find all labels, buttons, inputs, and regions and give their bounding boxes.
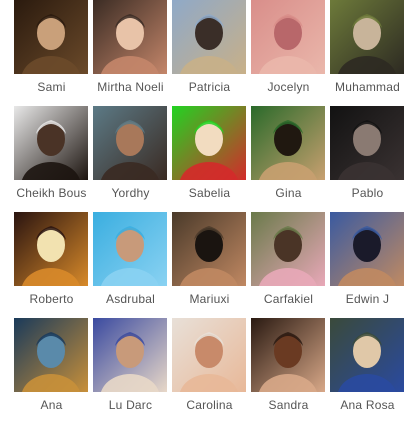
photo-sandra[interactable] [251, 318, 325, 392]
friend-name[interactable]: Muhammad [328, 80, 407, 94]
photo-sandra-image [251, 318, 325, 392]
photo-carolina[interactable] [172, 318, 246, 392]
photo-gina[interactable] [251, 106, 325, 180]
friend-item[interactable]: Lu Darc [91, 318, 170, 424]
friend-name[interactable]: Carolina [170, 398, 249, 412]
friend-name[interactable]: Carfakiel [249, 292, 328, 306]
flyer-roberto-image [14, 212, 88, 286]
friend-item[interactable]: Mariuxi [170, 212, 249, 318]
friend-item[interactable]: Sabelia [170, 106, 249, 212]
friend-name[interactable]: Yordhy [91, 186, 170, 200]
friend-name[interactable]: Asdrubal [91, 292, 170, 306]
friend-name[interactable]: Jocelyn [249, 80, 328, 94]
friend-name[interactable]: Cheikh Bous [12, 186, 91, 200]
friend-item[interactable]: Gina [249, 106, 328, 212]
friend-item[interactable]: Ana [12, 318, 91, 424]
photo-patricia-image [172, 0, 246, 74]
friend-item[interactable]: Carolina [170, 318, 249, 424]
artwork-ana[interactable] [14, 318, 88, 392]
photo-mirtha-noeli-image [93, 0, 167, 74]
photo-cheikh-bous-image [14, 106, 88, 180]
cartoon-sabelia[interactable] [172, 106, 246, 180]
photo-lu-darc[interactable] [93, 318, 167, 392]
friend-name[interactable]: Sandra [249, 398, 328, 412]
photo-patricia[interactable] [172, 0, 246, 74]
photo-edwin-j[interactable] [330, 212, 404, 286]
photo-ana-rosa[interactable] [330, 318, 404, 392]
friend-item[interactable]: Ana Rosa [328, 318, 407, 424]
photo-asdrubal[interactable] [93, 212, 167, 286]
photo-yordhy[interactable] [93, 106, 167, 180]
photo-jocelyn[interactable] [251, 0, 325, 74]
photo-carfakiel-image [251, 212, 325, 286]
friend-item[interactable]: Sami [12, 0, 91, 106]
friend-item[interactable]: Mirtha Noeli [91, 0, 170, 106]
friend-item[interactable]: Carfakiel [249, 212, 328, 318]
friend-name[interactable]: Roberto [12, 292, 91, 306]
friend-item[interactable]: Edwin J [328, 212, 407, 318]
friend-name[interactable]: Gina [249, 186, 328, 200]
photo-gina-image [251, 106, 325, 180]
photo-sami[interactable] [14, 0, 88, 74]
friend-item[interactable]: Patricia [170, 0, 249, 106]
photo-sami-image [14, 0, 88, 74]
photo-jocelyn-image [251, 0, 325, 74]
photo-carolina-image [172, 318, 246, 392]
photo-pablo-image [330, 106, 404, 180]
friend-item[interactable]: Cheikh Bous [12, 106, 91, 212]
flyer-roberto[interactable] [14, 212, 88, 286]
friend-name[interactable]: Lu Darc [91, 398, 170, 412]
friend-item[interactable]: Roberto [12, 212, 91, 318]
photo-muhammad[interactable] [330, 0, 404, 74]
friend-name[interactable]: Mariuxi [170, 292, 249, 306]
friend-name[interactable]: Pablo [328, 186, 407, 200]
friend-name[interactable]: Ana Rosa [328, 398, 407, 412]
photo-muhammad-image [330, 0, 404, 74]
photo-carfakiel[interactable] [251, 212, 325, 286]
friend-name[interactable]: Patricia [170, 80, 249, 94]
friend-item[interactable]: Muhammad [328, 0, 407, 106]
cartoon-sabelia-image [172, 106, 246, 180]
photo-mariuxi-image [172, 212, 246, 286]
friend-name[interactable]: Sabelia [170, 186, 249, 200]
friend-name[interactable]: Ana [12, 398, 91, 412]
friend-name[interactable]: Sami [12, 80, 91, 94]
friend-name[interactable]: Edwin J [328, 292, 407, 306]
friend-item[interactable]: Sandra [249, 318, 328, 424]
friend-item[interactable]: Jocelyn [249, 0, 328, 106]
photo-mariuxi[interactable] [172, 212, 246, 286]
photo-yordhy-image [93, 106, 167, 180]
photo-ana-rosa-image [330, 318, 404, 392]
photo-lu-darc-image [93, 318, 167, 392]
friend-item[interactable]: Yordhy [91, 106, 170, 212]
photo-cheikh-bous[interactable] [14, 106, 88, 180]
friend-item[interactable]: Asdrubal [91, 212, 170, 318]
photo-pablo[interactable] [330, 106, 404, 180]
photo-edwin-j-image [330, 212, 404, 286]
photo-mirtha-noeli[interactable] [93, 0, 167, 74]
photo-asdrubal-image [93, 212, 167, 286]
artwork-ana-image [14, 318, 88, 392]
friend-item[interactable]: Pablo [328, 106, 407, 212]
friends-grid: Sami Mirtha Noeli Patricia Jocelyn Muham… [12, 0, 407, 424]
friend-name[interactable]: Mirtha Noeli [91, 80, 170, 94]
